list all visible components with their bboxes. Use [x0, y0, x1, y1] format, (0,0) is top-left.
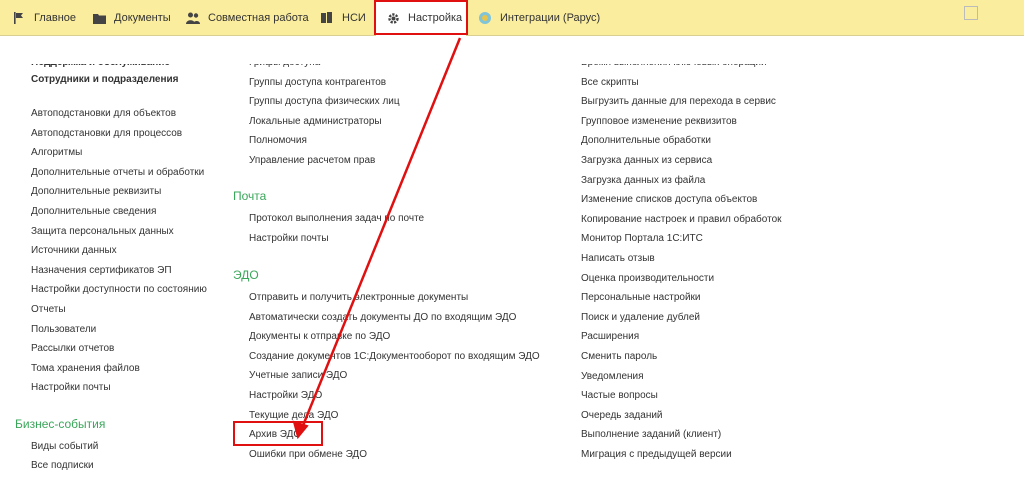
bottom-strip — [0, 476, 1024, 482]
annotation-arrow — [292, 37, 462, 440]
